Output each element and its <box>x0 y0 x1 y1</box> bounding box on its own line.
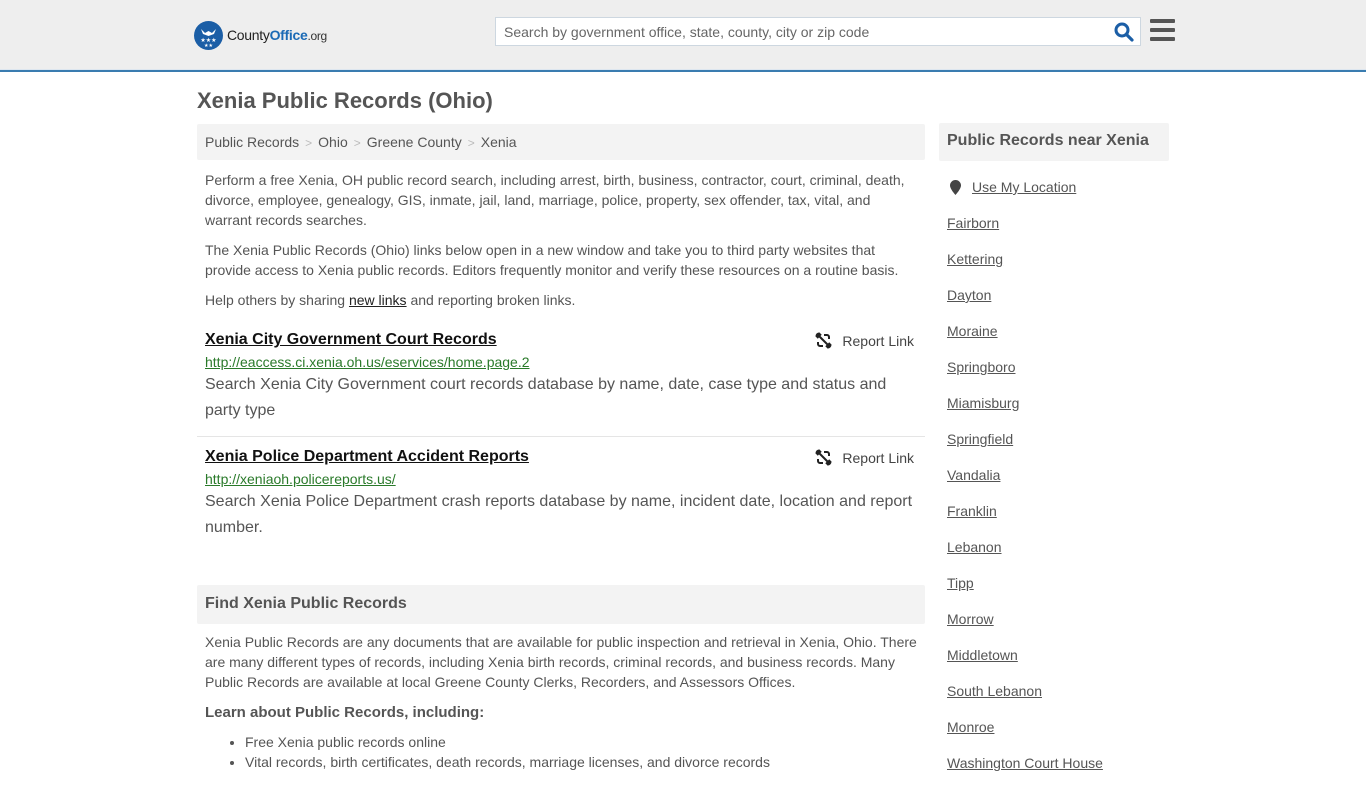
nearby-city-item: Washington Court House <box>947 754 1169 790</box>
nearby-city-item: Tipp <box>947 574 1169 610</box>
record-title-link[interactable]: Xenia City Government Court Records <box>205 331 497 349</box>
record-item: Xenia Police Department Accident Reports… <box>197 447 925 547</box>
nearby-city-item: Dayton <box>947 286 1169 322</box>
search-input[interactable] <box>496 18 1106 45</box>
menu-bar <box>1150 28 1175 32</box>
record-item: Xenia City Government Court Records Repo… <box>197 330 925 437</box>
nearby-city-item: Springboro <box>947 358 1169 394</box>
page-title: Xenia Public Records (Ohio) <box>197 88 493 113</box>
nearby-city-link[interactable]: Dayton <box>947 287 991 303</box>
intro-section: Perform a free Xenia, OH public record s… <box>205 170 917 320</box>
nearby-city-item: Moraine <box>947 322 1169 358</box>
new-links-link[interactable]: new links <box>349 292 407 308</box>
report-link-label: Report Link <box>842 332 914 349</box>
nearby-city-link[interactable]: Springboro <box>947 359 1016 375</box>
site-logo[interactable]: ★★★ ★★ CountyOffice.org <box>194 20 327 50</box>
nearby-city-link[interactable]: Vandalia <box>947 467 1000 483</box>
nearby-city-item: Fairborn <box>947 214 1169 250</box>
menu-bar <box>1150 19 1175 23</box>
breadcrumb-separator: > <box>467 136 475 150</box>
record-url[interactable]: http://xeniaoh.policereports.us/ <box>205 471 917 487</box>
nearby-city-item: Springfield <box>947 430 1169 466</box>
use-my-location: Use My Location <box>947 178 1169 196</box>
breadcrumb-separator: > <box>353 136 361 150</box>
broken-link-icon <box>815 449 832 466</box>
nearby-city-item: Miamisburg <box>947 394 1169 430</box>
nearby-city-link[interactable]: Moraine <box>947 323 998 339</box>
breadcrumb-separator: > <box>305 136 313 150</box>
nearby-city-item: Monroe <box>947 718 1169 754</box>
learn-list-item: Free Xenia public records online <box>245 732 920 752</box>
breadcrumb-xenia[interactable]: Xenia <box>481 134 517 150</box>
nearby-city-link[interactable]: Washington Court House <box>947 755 1103 771</box>
nearby-city-link[interactable]: Kettering <box>947 251 1003 267</box>
find-records-paragraph: Xenia Public Records are any documents t… <box>205 634 917 690</box>
report-link-button[interactable]: Report Link <box>815 332 914 349</box>
nearby-city-link[interactable]: Morrow <box>947 611 994 627</box>
report-link-button[interactable]: Report Link <box>815 449 914 466</box>
record-url[interactable]: http://eaccess.ci.xenia.oh.us/eservices/… <box>205 354 917 370</box>
nearby-city-link[interactable]: Fairborn <box>947 215 999 231</box>
nearby-city-link[interactable]: South Lebanon <box>947 683 1042 699</box>
nearby-city-item: Lebanon <box>947 538 1169 574</box>
menu-bar <box>1150 37 1175 41</box>
record-description: Search Xenia Police Department crash rep… <box>205 493 913 536</box>
nearby-city-item: Franklin <box>947 502 1169 538</box>
nearby-city-link[interactable]: Tipp <box>947 575 974 591</box>
learn-heading: Learn about Public Records, including: <box>205 704 485 721</box>
nearby-city-link[interactable]: Middletown <box>947 647 1018 663</box>
report-link-label: Report Link <box>842 449 914 466</box>
nearby-city-link[interactable]: Franklin <box>947 503 997 519</box>
record-title-link[interactable]: Xenia Police Department Accident Reports <box>205 448 529 466</box>
find-records-heading: Find Xenia Public Records <box>197 585 925 624</box>
site-header: ★★★ ★★ CountyOffice.org <box>0 0 1366 72</box>
broken-link-icon <box>815 332 832 349</box>
share-text: Help others by sharing <box>205 292 349 308</box>
nearby-city-item: Kettering <box>947 250 1169 286</box>
learn-list: Free Xenia public records online Vital r… <box>245 732 920 772</box>
nearby-cities-list: Use My Location Fairborn Kettering Dayto… <box>947 178 1169 790</box>
share-paragraph: Help others by sharing new links and rep… <box>205 290 917 310</box>
breadcrumb: Public Records > Ohio > Greene County > Xenia <box>197 124 925 160</box>
learn-list-item: Vital records, birth certificates, death… <box>245 752 920 772</box>
search-icon[interactable] <box>1114 22 1134 42</box>
find-records-section: Xenia Public Records are any documents t… <box>205 632 920 772</box>
eagle-stars-logo-icon: ★★★ ★★ <box>194 20 223 50</box>
map-pin-icon <box>950 179 961 195</box>
intro-paragraph: Perform a free Xenia, OH public record s… <box>205 172 905 228</box>
search-bar <box>495 17 1141 46</box>
nearby-city-link[interactable]: Monroe <box>947 719 994 735</box>
logo-wordmark: CountyOffice.org <box>227 27 327 43</box>
svg-text:★★: ★★ <box>204 43 213 49</box>
share-text: and reporting broken links. <box>406 292 576 308</box>
record-description: Search Xenia City Government court recor… <box>205 376 887 419</box>
use-my-location-link[interactable]: Use My Location <box>972 179 1076 195</box>
nearby-city-item: Vandalia <box>947 466 1169 502</box>
nearby-city-link[interactable]: Lebanon <box>947 539 1002 555</box>
breadcrumb-public-records[interactable]: Public Records <box>205 134 299 150</box>
hamburger-menu-icon[interactable] <box>1150 19 1175 41</box>
nearby-city-item: Morrow <box>947 610 1169 646</box>
breadcrumb-ohio[interactable]: Ohio <box>318 134 348 150</box>
nearby-city-link[interactable]: Springfield <box>947 431 1013 447</box>
sidebar-heading: Public Records near Xenia <box>939 123 1169 161</box>
nearby-city-link[interactable]: Miamisburg <box>947 395 1019 411</box>
nearby-city-item: South Lebanon <box>947 682 1169 718</box>
intro-paragraph: The Xenia Public Records (Ohio) links be… <box>205 242 899 278</box>
nearby-city-item: Middletown <box>947 646 1169 682</box>
breadcrumb-greene-county[interactable]: Greene County <box>367 134 462 150</box>
